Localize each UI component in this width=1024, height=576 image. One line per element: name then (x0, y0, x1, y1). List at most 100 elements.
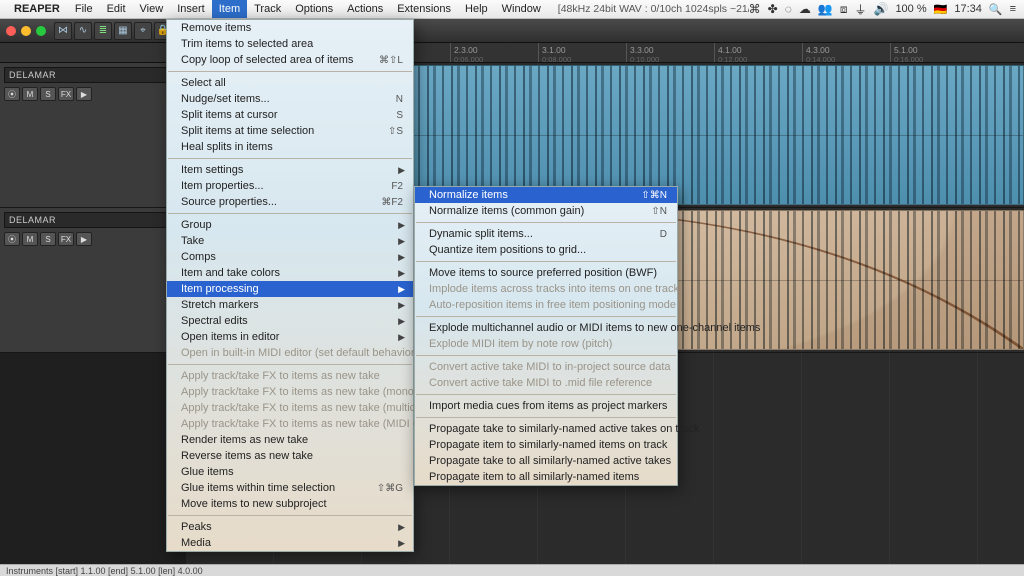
menu-item-label: Item settings (181, 164, 243, 176)
close-icon[interactable] (6, 26, 16, 36)
menu-insert[interactable]: Insert (170, 0, 212, 18)
menu-actions[interactable]: Actions (340, 0, 390, 18)
menu-item-label: Glue items within time selection (181, 482, 335, 494)
clover-icon[interactable]: ✤ (768, 2, 778, 16)
menu-icon[interactable]: ≡ (1010, 3, 1016, 15)
toolbar-snap-icon[interactable]: ⌖ (134, 22, 152, 40)
people-icon[interactable]: 👥 (818, 2, 833, 16)
menu-item[interactable]: Propagate take to similarly-named active… (415, 421, 677, 437)
menu-help[interactable]: Help (458, 0, 495, 18)
ruler-segment[interactable]: 5.1.000:16.000 (890, 43, 978, 62)
toolbar-env-icon[interactable]: ∿ (74, 22, 92, 40)
menu-item[interactable]: Dynamic split items...D (415, 226, 677, 242)
menu-item[interactable]: Render items as new take (167, 432, 413, 448)
wifi-icon[interactable]: ⏚ (854, 1, 866, 18)
track-button[interactable]: S (40, 232, 56, 246)
menu-item[interactable]: Propagate item to all similarly-named it… (415, 469, 677, 485)
menu-item[interactable]: Source properties...⌘F2 (167, 194, 413, 210)
item-menu[interactable]: Remove itemsTrim items to selected areaC… (166, 19, 414, 552)
menu-item[interactable]: Import media cues from items as project … (415, 398, 677, 414)
menu-item[interactable]: Propagate item to similarly-named items … (415, 437, 677, 453)
ruler-segment[interactable]: 3.3.000:10.000 (626, 43, 714, 62)
menu-edit[interactable]: Edit (100, 0, 133, 18)
ruler-segment[interactable]: 4.1.000:12.000 (714, 43, 802, 62)
menu-item[interactable]: Explode multichannel audio or MIDI items… (415, 320, 677, 336)
menu-item[interactable]: Glue items (167, 464, 413, 480)
menu-item[interactable]: Select all (167, 75, 413, 91)
menu-item-label: Copy loop of selected area of items (181, 54, 353, 66)
menu-item[interactable]: Normalize items⇧⌘N (415, 187, 677, 203)
menu-item[interactable]: Item and take colors▶ (167, 265, 413, 281)
track-button[interactable]: ▶ (76, 232, 92, 246)
menu-item[interactable]: Item (212, 0, 247, 18)
track-name[interactable]: DELAMAR (4, 212, 182, 228)
toolbar-autocross-icon[interactable]: ⋈ (54, 22, 72, 40)
menu-item[interactable]: Trim items to selected area (167, 36, 413, 52)
menu-view[interactable]: View (133, 0, 171, 18)
menu-item[interactable]: Item properties...F2 (167, 178, 413, 194)
menu-track[interactable]: Track (247, 0, 288, 18)
menu-window[interactable]: Window (495, 0, 548, 18)
menubar-extra-icon[interactable]: ⌘ (749, 2, 761, 16)
menu-item[interactable]: Item processing▶ (167, 281, 413, 297)
toolbar-ripple-icon[interactable]: ≣ (94, 22, 112, 40)
track-button[interactable]: FX (58, 232, 74, 246)
menu-item[interactable]: Take▶ (167, 233, 413, 249)
circle-icon[interactable]: ◌ (785, 2, 792, 16)
menu-item-label: Group (181, 219, 212, 231)
menu-extensions[interactable]: Extensions (390, 0, 458, 18)
menu-file[interactable]: File (68, 0, 100, 18)
menu-item[interactable]: Copy loop of selected area of items⌘⇧L (167, 52, 413, 68)
menu-item[interactable]: Propagate take to all similarly-named ac… (415, 453, 677, 469)
menu-item[interactable]: Nudge/set items...N (167, 91, 413, 107)
track-button[interactable]: FX (58, 87, 74, 101)
window-controls[interactable] (4, 26, 52, 36)
menu-item[interactable]: Split items at cursorS (167, 107, 413, 123)
track-button[interactable]: M (22, 87, 38, 101)
item-processing-submenu[interactable]: Normalize items⇧⌘NNormalize items (commo… (414, 186, 678, 486)
menu-item[interactable]: Heal splits in items (167, 139, 413, 155)
menu-item[interactable]: Stretch markers▶ (167, 297, 413, 313)
submenu-arrow-icon: ▶ (398, 300, 405, 311)
menu-item[interactable]: Split items at time selection⇧S (167, 123, 413, 139)
track-header[interactable]: DELAMAR ⦿MSFX▶ (0, 63, 186, 208)
ruler-segment[interactable]: 2.3.000:06.000 (450, 43, 538, 62)
dropbox-icon[interactable]: ⧈ (840, 2, 848, 17)
menu-shortcut: ⌘F2 (381, 197, 403, 208)
speaker-icon[interactable]: 🔊 (873, 2, 888, 16)
menu-item[interactable]: Peaks▶ (167, 519, 413, 535)
flag-icon[interactable]: 🇩🇪 (934, 3, 948, 16)
minimize-icon[interactable] (21, 26, 31, 36)
menu-item[interactable]: Media▶ (167, 535, 413, 551)
menu-item[interactable]: Move items to new subproject (167, 496, 413, 512)
menu-item[interactable]: Glue items within time selection⇧⌘G (167, 480, 413, 496)
menu-item-label: Explode MIDI item by note row (pitch) (429, 338, 612, 350)
menu-item[interactable]: Group▶ (167, 217, 413, 233)
menu-item[interactable]: Item settings▶ (167, 162, 413, 178)
ruler-segment[interactable]: 3.1.000:08.000 (538, 43, 626, 62)
track-button[interactable]: ▶ (76, 87, 92, 101)
toolbar-grid-icon[interactable]: ▦ (114, 22, 132, 40)
clock[interactable]: 17:34 (954, 3, 982, 15)
track-name[interactable]: DELAMAR (4, 67, 182, 83)
menu-item: Apply track/take FX to items as new take… (167, 416, 413, 432)
menu-item[interactable]: Quantize item positions to grid... (415, 242, 677, 258)
ruler-segment[interactable]: 4.3.000:14.000 (802, 43, 890, 62)
menu-item[interactable]: Normalize items (common gain)⇧N (415, 203, 677, 219)
track-header[interactable]: DELAMAR ⦿MSFX▶ (0, 208, 186, 353)
menu-item[interactable]: Open items in editor▶ (167, 329, 413, 345)
menu-item[interactable]: Comps▶ (167, 249, 413, 265)
track-button[interactable]: S (40, 87, 56, 101)
menu-item[interactable]: Spectral edits▶ (167, 313, 413, 329)
cloud-icon[interactable]: ☁ (799, 2, 811, 16)
menu-item[interactable]: Move items to source preferred position … (415, 265, 677, 281)
menu-options[interactable]: Options (288, 0, 340, 18)
menu-item[interactable]: Remove items (167, 20, 413, 36)
battery-indicator[interactable]: 100 % (895, 3, 926, 15)
track-button[interactable]: ⦿ (4, 87, 20, 101)
track-button[interactable]: M (22, 232, 38, 246)
menu-item[interactable]: Reverse items as new take (167, 448, 413, 464)
spotlight-icon[interactable]: 🔍 (989, 3, 1003, 16)
zoom-icon[interactable] (36, 26, 46, 36)
track-button[interactable]: ⦿ (4, 232, 20, 246)
